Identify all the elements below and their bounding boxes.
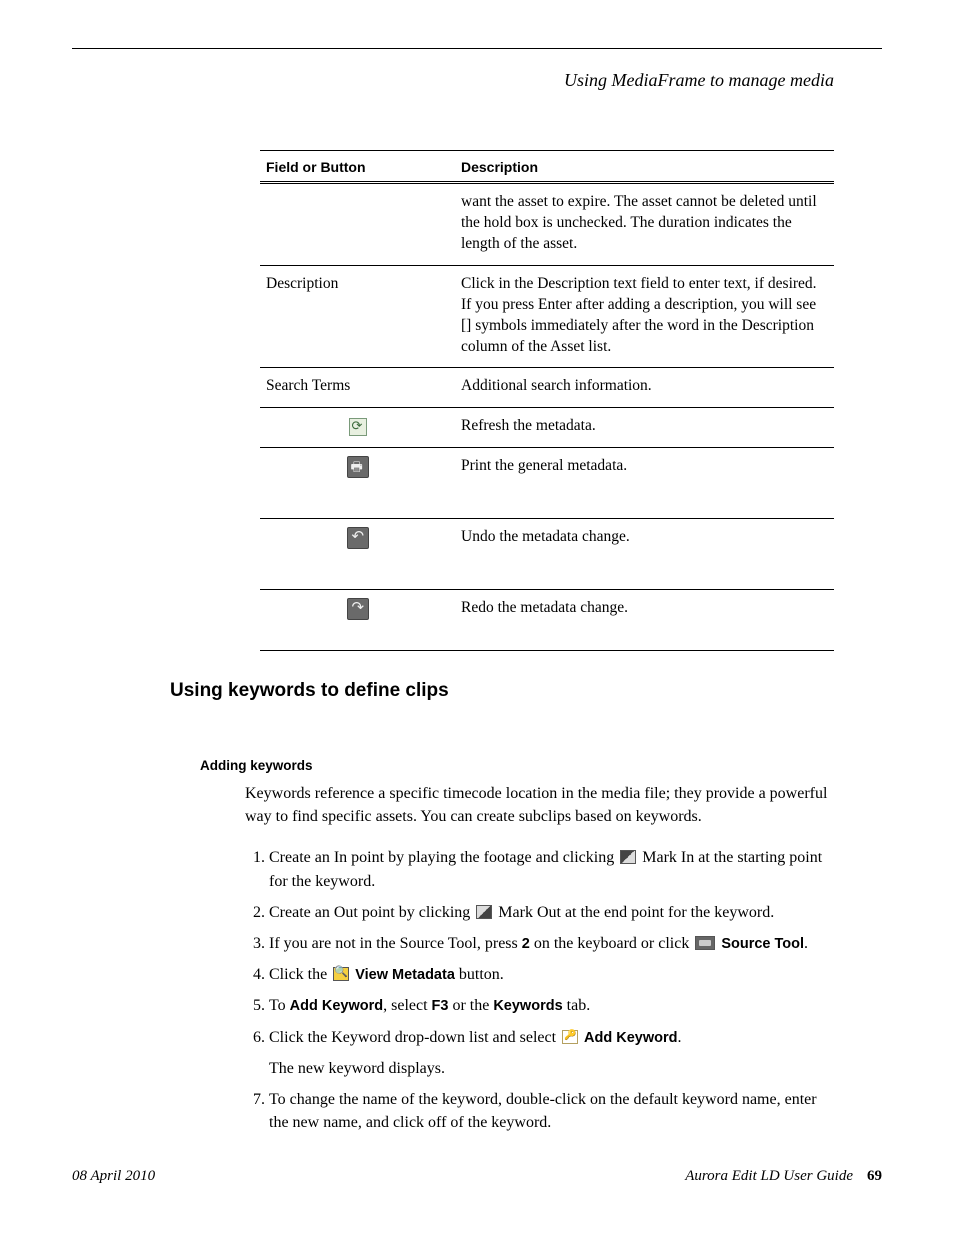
table-container: Field or Button Description want the ass… (260, 150, 834, 651)
table-header-desc: Description (455, 151, 834, 183)
step-item: Click the Keyword drop-down list and sel… (269, 1026, 834, 1080)
step-item: Create an In point by playing the footag… (269, 846, 834, 892)
section-heading: Using keywords to define clips (170, 680, 449, 702)
table-row: Undo the metadata change. (260, 519, 834, 590)
refresh-icon (349, 418, 367, 436)
field-cell (260, 448, 455, 519)
table-row: want the asset to expire. The asset cann… (260, 183, 834, 266)
step-result: The new keyword displays. (269, 1057, 834, 1080)
table-row: Redo the metadata change. (260, 590, 834, 651)
table-row: Print the general metadata. (260, 448, 834, 519)
view-metadata-icon (333, 967, 349, 981)
desc-cell: Undo the metadata change. (455, 519, 834, 590)
desc-cell: Refresh the metadata. (455, 408, 834, 448)
field-cell: Description (260, 265, 455, 368)
step-item: To change the name of the keyword, doubl… (269, 1088, 834, 1134)
step-text: . (678, 1029, 682, 1046)
step-text: If you are not in the Source Tool, press (269, 935, 522, 952)
step-text: Click the (269, 966, 331, 983)
step-item: If you are not in the Source Tool, press… (269, 932, 834, 955)
table-row: Refresh the metadata. (260, 408, 834, 448)
footer-date: 08 April 2010 (72, 1168, 155, 1185)
action-label: Add Keyword (290, 998, 383, 1014)
sub-heading: Adding keywords (200, 758, 313, 773)
keyboard-key: F3 (432, 998, 449, 1014)
menu-label: Add Keyword (584, 1030, 677, 1046)
step-item: Click the View Metadata button. (269, 963, 834, 986)
step-text: tab. (563, 997, 591, 1014)
desc-cell: Print the general metadata. (455, 448, 834, 519)
intro-paragraph: Keywords reference a specific timecode l… (245, 782, 834, 828)
table-row: Search Terms Additional search informati… (260, 368, 834, 408)
field-cell: Search Terms (260, 368, 455, 408)
step-text: Click the Keyword drop-down list and sel… (269, 1029, 560, 1046)
mark-out-icon (476, 905, 492, 919)
step-text: Create an In point by playing the footag… (269, 849, 618, 866)
button-label: View Metadata (355, 967, 455, 983)
step-text: Create an Out point by clicking (269, 904, 474, 921)
undo-icon (347, 527, 369, 549)
footer-book: Aurora Edit LD User Guide 69 (685, 1168, 882, 1185)
step-text: Mark Out at the end point for the keywor… (494, 904, 774, 921)
print-icon (347, 456, 369, 478)
field-cell (260, 519, 455, 590)
tab-label: Keywords (493, 998, 562, 1014)
step-text: button. (455, 966, 504, 983)
table-header-field: Field or Button (260, 151, 455, 183)
step-text: , select (383, 997, 431, 1014)
running-header: Using MediaFrame to manage media (564, 70, 834, 91)
field-cell (260, 183, 455, 266)
footer-book-title: Aurora Edit LD User Guide (685, 1168, 853, 1184)
metadata-table: Field or Button Description want the ass… (260, 150, 834, 651)
desc-cell: Click in the Description text field to e… (455, 265, 834, 368)
step-item: Create an Out point by clicking Mark Out… (269, 901, 834, 924)
step-text: . (804, 935, 808, 952)
field-cell (260, 590, 455, 651)
step-text: or the (448, 997, 493, 1014)
step-text: To (269, 997, 290, 1014)
top-rule (72, 48, 882, 49)
page-footer: 08 April 2010 Aurora Edit LD User Guide 6… (72, 1168, 882, 1185)
mark-in-icon (620, 850, 636, 864)
add-keyword-icon (562, 1030, 578, 1044)
keyboard-key: 2 (522, 936, 530, 952)
body-block: Keywords reference a specific timecode l… (245, 782, 834, 1142)
footer-page-number: 69 (867, 1168, 882, 1184)
desc-cell: Redo the metadata change. (455, 590, 834, 651)
desc-cell: want the asset to expire. The asset cann… (455, 183, 834, 266)
step-text: To change the name of the keyword, doubl… (269, 1091, 817, 1131)
step-text: on the keyboard or click (530, 935, 694, 952)
step-item: To Add Keyword, select F3 or the Keyword… (269, 994, 834, 1017)
redo-icon (347, 598, 369, 620)
steps-list: Create an In point by playing the footag… (245, 846, 834, 1134)
table-row: Description Click in the Description tex… (260, 265, 834, 368)
source-tool-icon (695, 936, 715, 950)
button-label: Source Tool (721, 936, 804, 952)
desc-cell: Additional search information. (455, 368, 834, 408)
field-cell (260, 408, 455, 448)
